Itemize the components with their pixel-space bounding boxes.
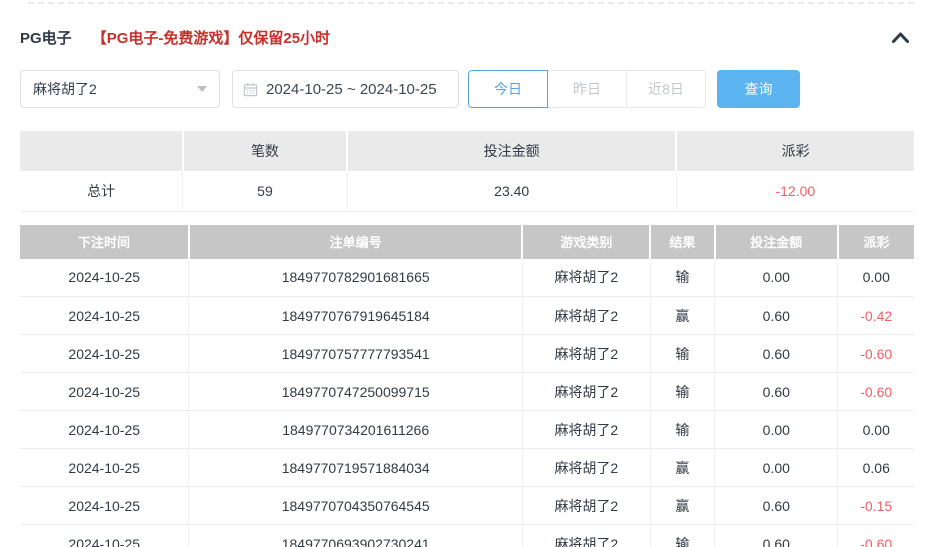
cell-payout: -0.60 [837,334,914,373]
chevron-up-icon[interactable] [887,29,914,46]
cell-payout: 0.06 [837,448,914,487]
date-range-picker[interactable]: 2024-10-25 ~ 2024-10-25 [232,70,459,108]
cell-order-id: 1849770734201611266 [188,410,523,449]
cell-result: 赢 [649,448,715,487]
cell-payout: -0.60 [837,372,914,411]
cell-bet-amount: 0.60 [714,486,838,525]
panel-header: PG电子 【PG电子-免费游戏】仅保留25小时 [20,27,914,48]
table-row: 2024-10-25 1849770757777793541 麻将胡了2 输 0… [20,334,914,373]
bet-header-bet-amount: 投注金额 [713,224,838,259]
cell-order-id: 1849770704350764545 [188,486,523,525]
cell-bet-amount: 0.60 [714,334,838,373]
range-button-last8days[interactable]: 近8日 [626,70,706,108]
cell-game-type: 麻将胡了2 [521,372,651,411]
top-dashed-divider [28,2,914,4]
cell-payout: -0.42 [837,296,914,335]
bet-table-body: 2024-10-25 1849770782901681665 麻将胡了2 输 0… [20,258,914,547]
cell-game-type: 麻将胡了2 [521,258,651,297]
bet-header-order-id: 注单编号 [187,224,523,259]
cell-bet-time: 2024-10-25 [20,334,189,373]
cell-bet-time: 2024-10-25 [20,372,189,411]
cell-bet-amount: 0.00 [714,448,838,487]
summary-total-row: 总计 59 23.40 -12.00 [20,171,914,212]
summary-header-blank [20,131,183,171]
cell-order-id: 1849770719571884034 [188,448,523,487]
cell-result: 输 [649,524,715,547]
cell-payout: -0.15 [837,486,914,525]
cell-result: 赢 [649,296,715,335]
page-title: PG电子 [20,30,72,47]
cell-result: 输 [649,258,715,297]
summary-total-payout: -12.00 [675,171,914,212]
range-button-today[interactable]: 今日 [468,70,548,108]
table-row: 2024-10-25 1849770782901681665 麻将胡了2 输 0… [20,258,914,297]
cell-payout: -0.60 [837,524,914,547]
notice-text: 【PG电子-免费游戏】仅保留25小时 [91,30,331,47]
cell-payout: 0.00 [837,258,914,297]
bet-header-payout: 派彩 [836,224,914,259]
table-row: 2024-10-25 1849770767919645184 麻将胡了2 赢 0… [20,296,914,335]
cell-bet-amount: 0.00 [714,258,838,297]
cell-game-type: 麻将胡了2 [521,296,651,335]
cell-bet-time: 2024-10-25 [20,486,189,525]
range-button-yesterday[interactable]: 昨日 [547,70,627,108]
table-row: 2024-10-25 1849770747250099715 麻将胡了2 输 0… [20,372,914,411]
cell-result: 输 [649,334,715,373]
cell-game-type: 麻将胡了2 [521,410,651,449]
cell-payout: 0.00 [837,410,914,449]
cell-bet-amount: 0.60 [714,296,838,335]
bet-header-game: 游戏类别 [521,224,651,259]
cell-bet-amount: 0.60 [714,372,838,411]
bet-header-time: 下注时间 [20,224,189,259]
cell-result: 输 [649,372,715,411]
bet-table: 下注时间 注单编号 游戏类别 结果 投注金额 派彩 2024-10-25 184… [20,224,914,547]
summary-header-row: 笔数 投注金额 派彩 [20,131,914,171]
game-select-value: 麻将胡了2 [33,81,97,97]
calendar-icon [243,82,258,97]
quick-range-group: 今日 昨日 近8日 [468,70,706,108]
pg-panel: PG电子 【PG电子-免费游戏】仅保留25小时 麻将胡了2 2024-10-25… [0,0,934,547]
summary-total-label: 总计 [20,171,183,212]
cell-bet-time: 2024-10-25 [20,410,189,449]
summary-header-count: 笔数 [181,131,348,171]
bet-table-header-row: 下注时间 注单编号 游戏类别 结果 投注金额 派彩 [20,224,914,259]
cell-game-type: 麻将胡了2 [521,486,651,525]
cell-bet-time: 2024-10-25 [20,448,189,487]
cell-game-type: 麻将胡了2 [521,448,651,487]
cell-result: 赢 [649,486,715,525]
summary-total-count: 59 [182,171,348,212]
cell-bet-time: 2024-10-25 [20,524,189,547]
cell-game-type: 麻将胡了2 [521,334,651,373]
cell-bet-time: 2024-10-25 [20,258,189,297]
cell-game-type: 麻将胡了2 [521,524,651,547]
cell-order-id: 1849770767919645184 [188,296,523,335]
cell-order-id: 1849770747250099715 [188,372,523,411]
cell-bet-amount: 0.00 [714,410,838,449]
date-range-value: 2024-10-25 ~ 2024-10-25 [266,80,437,98]
table-row: 2024-10-25 1849770734201611266 麻将胡了2 输 0… [20,410,914,449]
summary-table: 笔数 投注金额 派彩 总计 59 23.40 -12.00 [20,131,914,212]
caret-down-icon [197,86,207,92]
cell-order-id: 1849770693902730241 [188,524,523,547]
table-row: 2024-10-25 1849770719571884034 麻将胡了2 赢 0… [20,448,914,487]
summary-header-payout: 派彩 [675,131,914,171]
filter-bar: 麻将胡了2 2024-10-25 ~ 2024-10-25 今日 昨日 近8日 [20,70,914,108]
cell-bet-time: 2024-10-25 [20,296,189,335]
game-select[interactable]: 麻将胡了2 [20,70,220,108]
summary-total-bet-amount: 23.40 [346,171,677,212]
search-button[interactable]: 查询 [717,70,800,108]
table-row: 2024-10-25 1849770704350764545 麻将胡了2 赢 0… [20,486,914,525]
cell-order-id: 1849770757777793541 [188,334,523,373]
cell-order-id: 1849770782901681665 [188,258,523,297]
bet-header-result: 结果 [649,224,715,259]
cell-bet-amount: 0.60 [714,524,838,547]
summary-header-bet-amount: 投注金额 [346,131,677,171]
table-row: 2024-10-25 1849770693902730241 麻将胡了2 输 0… [20,524,914,547]
cell-result: 输 [649,410,715,449]
